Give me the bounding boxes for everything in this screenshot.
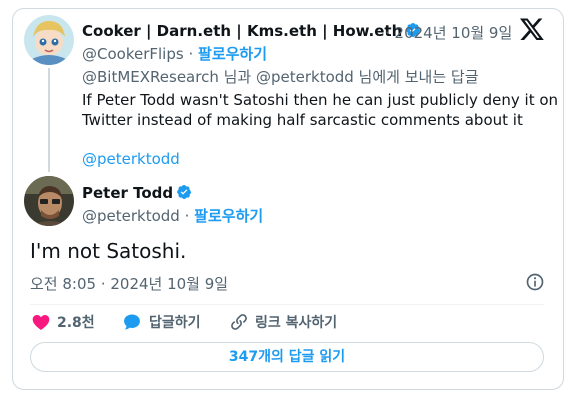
reply-label: 답글하기	[149, 315, 201, 331]
link-icon	[231, 314, 247, 330]
read-replies-button[interactable]: 347개의 답글 읽기	[30, 342, 544, 372]
quoted-author-name[interactable]: Cooker | Darn.eth | Kms.eth | How.eth	[82, 22, 402, 40]
copy-link-button[interactable]: 링크 복사하기	[229, 312, 337, 332]
quoted-text-line-2: Twitter instead of making half sarcastic…	[82, 111, 523, 129]
main-author-handle[interactable]: @peterktodd	[82, 207, 180, 225]
main-author-name-row[interactable]: Peter Todd	[82, 184, 192, 202]
main-follow-button[interactable]: 팔로우하기	[194, 207, 263, 225]
thread-connector-line	[48, 68, 50, 172]
quoted-tweet-date[interactable]: · 2024년 10월 9일	[385, 22, 512, 43]
like-button[interactable]: 2.8천	[31, 312, 95, 332]
heart-icon	[32, 315, 50, 330]
info-icon[interactable]	[525, 272, 545, 292]
main-author-avatar[interactable]	[24, 176, 74, 226]
reply-context: @BitMEXResearch 님과 @peterktodd 님에게 보내는 답…	[82, 68, 479, 86]
quoted-author-avatar[interactable]	[24, 15, 74, 65]
quoted-author-name-row[interactable]: Cooker | Darn.eth | Kms.eth | How.eth	[82, 22, 421, 40]
copy-link-label: 링크 복사하기	[255, 315, 338, 331]
actions-divider	[30, 304, 544, 305]
reply-bubble-icon	[124, 314, 140, 330]
main-handle-row: @peterktodd · 팔로우하기	[82, 205, 263, 226]
quoted-mention-link[interactable]: @peterktodd	[82, 150, 180, 168]
quoted-text-line-1: If Peter Todd wasn't Satoshi then he can…	[82, 91, 559, 109]
verified-badge-icon	[177, 185, 192, 199]
x-logo-icon[interactable]	[519, 16, 545, 42]
like-count: 2.8천	[57, 315, 95, 331]
dot-separator: ·	[184, 207, 190, 225]
quoted-handle-row: @CookerFlips · 팔로우하기	[82, 43, 267, 64]
main-tweet-text: I'm not Satoshi.	[30, 239, 187, 263]
reply-button[interactable]: 답글하기	[121, 312, 201, 332]
main-author-name[interactable]: Peter Todd	[82, 184, 173, 202]
quoted-author-handle[interactable]: @CookerFlips	[82, 45, 184, 63]
tweet-timestamp[interactable]: 오전 8:05 · 2024년 10월 9일	[30, 273, 228, 294]
dot-separator: ·	[188, 45, 194, 63]
quoted-follow-button[interactable]: 팔로우하기	[198, 45, 267, 63]
